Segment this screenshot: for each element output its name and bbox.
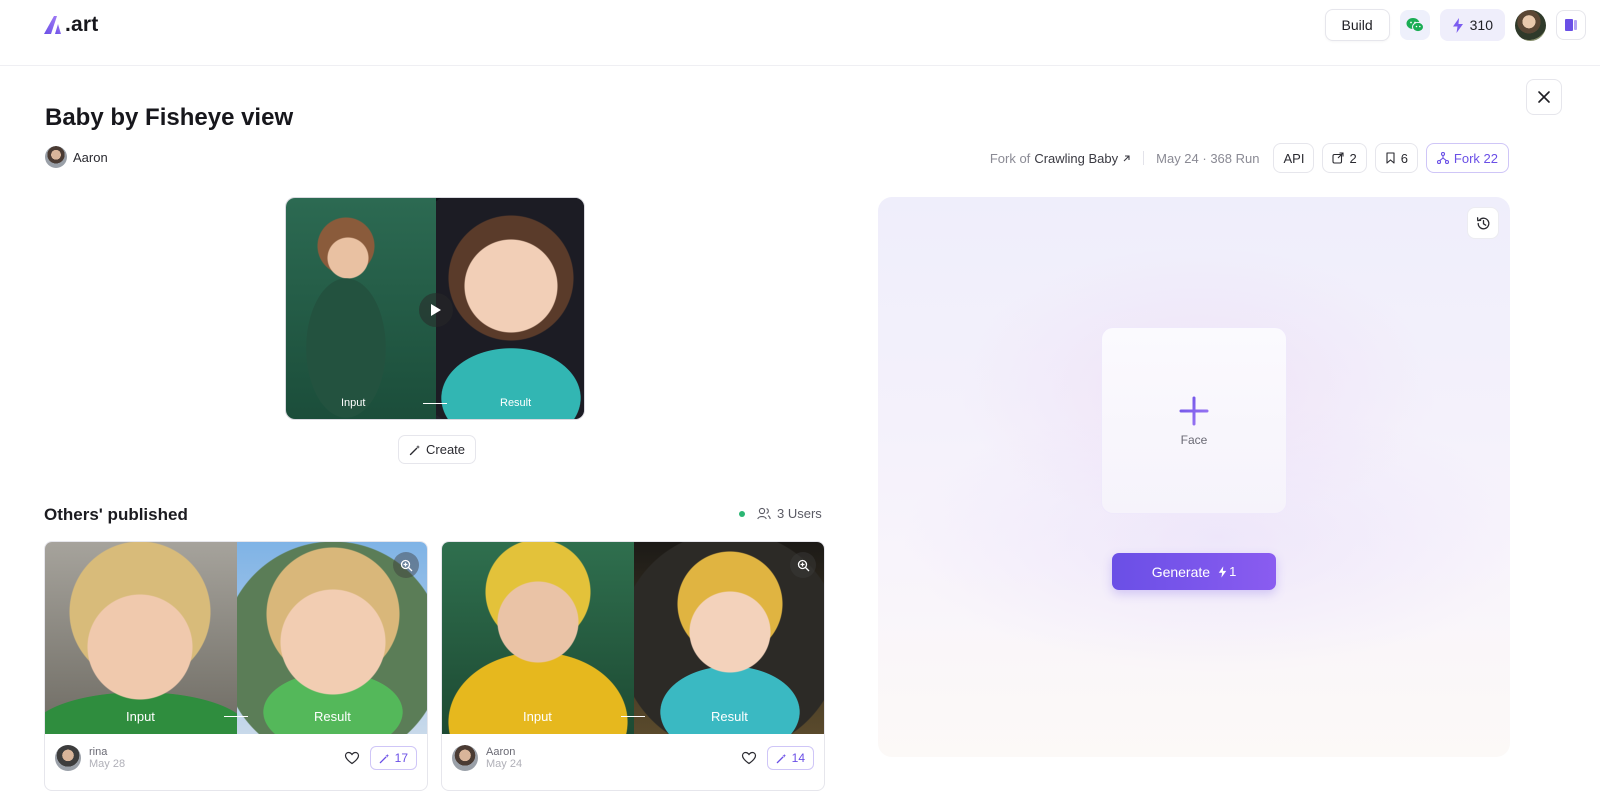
plus-icon: [1179, 396, 1209, 425]
wechat-icon: [1406, 18, 1424, 33]
create-label: Create: [426, 442, 466, 457]
date-runs: May 24 · 368 Run: [1156, 150, 1260, 166]
card-input-label: Input: [523, 709, 552, 724]
fork-of: Fork of Crawling Baby: [990, 151, 1131, 166]
card-date: May 24: [486, 758, 523, 770]
card-author-avatar: [452, 745, 478, 771]
card-author-name: rina: [89, 746, 108, 758]
book-icon: [1565, 19, 1577, 31]
library-button[interactable]: [1556, 10, 1586, 40]
fork-of-link[interactable]: Crawling Baby: [1034, 151, 1118, 166]
share-button[interactable]: 2: [1322, 143, 1367, 173]
card-author: Aaron May 24: [452, 745, 522, 771]
bookmark-button[interactable]: 6: [1374, 143, 1418, 173]
generate-cost-value: 1: [1229, 564, 1237, 579]
card-actions: 17: [344, 746, 417, 770]
zoom-in-icon: [400, 559, 412, 571]
published-card[interactable]: Input Result Aaron May 24 14: [441, 541, 825, 791]
logo-mark-icon: [44, 16, 61, 34]
card-author: rina May 28: [55, 745, 125, 771]
meta-row: Fork of Crawling Baby May 24 · 368 Run A…: [990, 143, 1509, 173]
card-preview: Input Result: [45, 542, 427, 734]
use-count: 14: [791, 751, 805, 765]
zoom-button[interactable]: [393, 552, 419, 578]
share-icon: [1332, 152, 1345, 164]
arrow-icon: [423, 403, 447, 404]
zoom-button[interactable]: [790, 552, 816, 578]
hero-result-label: Result: [500, 397, 532, 409]
fork-label: Fork 22: [1453, 150, 1498, 166]
card-result-label: Result: [314, 709, 351, 724]
fork-button[interactable]: Fork 22: [1425, 143, 1509, 173]
heart-icon[interactable]: [741, 750, 757, 766]
users-icon: [757, 507, 771, 520]
hero-input-image: [286, 198, 436, 419]
card-date: May 28: [89, 758, 126, 770]
share-count: 2: [1349, 150, 1357, 166]
play-icon: [431, 304, 441, 316]
api-button[interactable]: API: [1273, 143, 1315, 173]
logo-text: .art: [65, 13, 99, 36]
bookmark-count: 6: [1400, 150, 1408, 166]
heart-icon[interactable]: [344, 750, 360, 766]
face-label: Face: [1180, 432, 1208, 447]
external-link-icon: [1123, 154, 1130, 161]
published-card[interactable]: Input Result rina May 28 17: [44, 541, 428, 791]
card-input-image: [45, 542, 237, 734]
hero-preview[interactable]: Input Result: [285, 197, 585, 420]
generate-cost: 1: [1218, 564, 1236, 579]
use-button[interactable]: 17: [369, 746, 417, 770]
hero-result-image: [436, 198, 584, 419]
generate-button[interactable]: Generate 1: [1112, 553, 1276, 590]
close-icon: [1538, 91, 1550, 103]
author-name: Aaron: [73, 149, 108, 165]
history-icon: [1476, 216, 1489, 229]
arrow-icon: [224, 716, 248, 717]
online-indicator: [739, 510, 745, 517]
history-button[interactable]: [1467, 207, 1499, 239]
logo[interactable]: .art: [42, 12, 98, 38]
card-input-label: Input: [126, 709, 155, 724]
use-count: 17: [394, 751, 408, 765]
bookmark-icon: [1386, 152, 1395, 164]
card-author-avatar: [55, 745, 81, 771]
card-actions: 14: [741, 746, 814, 770]
build-button[interactable]: Build: [1324, 9, 1390, 41]
divider: [1143, 151, 1145, 165]
play-button[interactable]: [419, 293, 453, 327]
wechat-button[interactable]: [1399, 10, 1430, 40]
credits-count: 310: [1469, 17, 1493, 33]
zoom-in-icon: [797, 559, 809, 571]
magic-wand-icon: [776, 753, 786, 763]
hero-input-label: Input: [341, 397, 366, 409]
card-result-label: Result: [711, 709, 748, 724]
create-button[interactable]: Create: [398, 435, 477, 464]
author[interactable]: Aaron: [45, 146, 108, 168]
user-avatar[interactable]: [1515, 9, 1546, 41]
lightning-icon: [1452, 17, 1463, 33]
fork-icon: [1436, 152, 1449, 164]
use-button[interactable]: 14: [766, 746, 814, 770]
users-count[interactable]: 3 Users: [739, 506, 822, 521]
magic-wand-icon: [379, 753, 389, 763]
close-button[interactable]: [1526, 79, 1562, 115]
lightning-icon: [1218, 565, 1227, 578]
author-avatar: [45, 146, 67, 168]
page-title: Baby by Fisheye view: [45, 104, 294, 131]
arrow-icon: [621, 716, 645, 717]
api-label: API: [1283, 150, 1305, 166]
card-preview: Input Result: [442, 542, 824, 734]
face-upload[interactable]: Face: [1101, 327, 1287, 514]
card-input-image: [442, 542, 634, 734]
magic-wand-icon: [409, 444, 420, 455]
top-actions: Build 310: [1324, 9, 1586, 41]
generate-label: Generate: [1151, 563, 1211, 580]
top-bar: .art Build 310: [0, 0, 1600, 66]
credits-badge[interactable]: 310: [1439, 9, 1505, 41]
fork-of-prefix: Fork of: [989, 150, 1031, 166]
card-author-name: Aaron: [486, 746, 516, 758]
users-label: 3 Users: [777, 506, 822, 521]
section-title: Others' published: [44, 505, 188, 524]
